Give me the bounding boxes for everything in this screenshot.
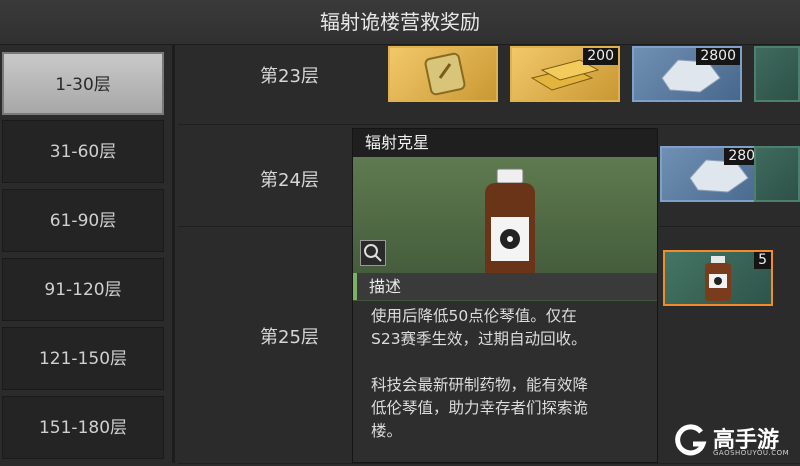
item-quantity: 5 [754, 252, 771, 269]
item-quantity: 200 [583, 48, 618, 65]
desc-line: 使用后降低50点伦琴值。仅在 [371, 307, 577, 325]
floor-label: 第24层 [260, 170, 319, 191]
tier-tab-1-30[interactable]: 1-30层 [2, 52, 164, 115]
reward-item-partial[interactable] [754, 146, 800, 202]
tier-tab-31-60[interactable]: 31-60层 [2, 120, 164, 183]
floor-label: 第25层 [260, 327, 319, 348]
reward-item-crystal[interactable]: 2800 [632, 46, 742, 102]
dogtag-icon [424, 52, 466, 96]
floor-label: 第23层 [260, 66, 319, 87]
reward-item-gold-bars[interactable]: 200 [510, 46, 620, 102]
tier-tab-121-150[interactable]: 121-150层 [2, 327, 164, 390]
tier-tab-61-90[interactable]: 61-90层 [2, 189, 164, 252]
magnifier-icon [364, 244, 382, 262]
site-watermark: 高手游 GAOSHOUYOU.COM [673, 420, 798, 460]
reward-item-dogtag[interactable] [388, 46, 498, 102]
floor-row-23: 第23层 200 2800 [178, 44, 800, 125]
watermark-logo-icon [675, 424, 707, 456]
tier-tab-151-180[interactable]: 151-180层 [2, 396, 164, 459]
reward-item-medicine[interactable]: 5 [663, 250, 773, 306]
lore-line: 低伦琴值，助力幸存者们探索诡 [371, 399, 589, 417]
lore-line: 楼。 [371, 422, 403, 440]
lore-line: 科技会最新研制药物，能有效降 [371, 376, 589, 394]
item-description: 使用后降低50点伦琴值。仅在 S23赛季生效，过期自动回收。 科技会最新研制药物… [371, 305, 641, 466]
page-title: 辐射诡楼营救奖励 [0, 0, 800, 45]
panel-divider [172, 44, 175, 463]
item-name: 辐射克星 [353, 129, 657, 157]
watermark-url: GAOSHOUYOU.COM [713, 449, 790, 457]
item-quantity: 2800 [696, 48, 740, 65]
item-tooltip: 辐射克星 描述 使用后降低50点伦琴值。仅在 S23赛季生效，过期自动回收。 科… [352, 128, 658, 463]
reward-item-partial[interactable] [754, 46, 800, 102]
zoom-button[interactable] [360, 240, 386, 266]
description-header: 描述 [353, 273, 657, 300]
desc-line: S23赛季生效，过期自动回收。 [371, 330, 587, 348]
tier-tab-91-120[interactable]: 91-120层 [2, 258, 164, 321]
